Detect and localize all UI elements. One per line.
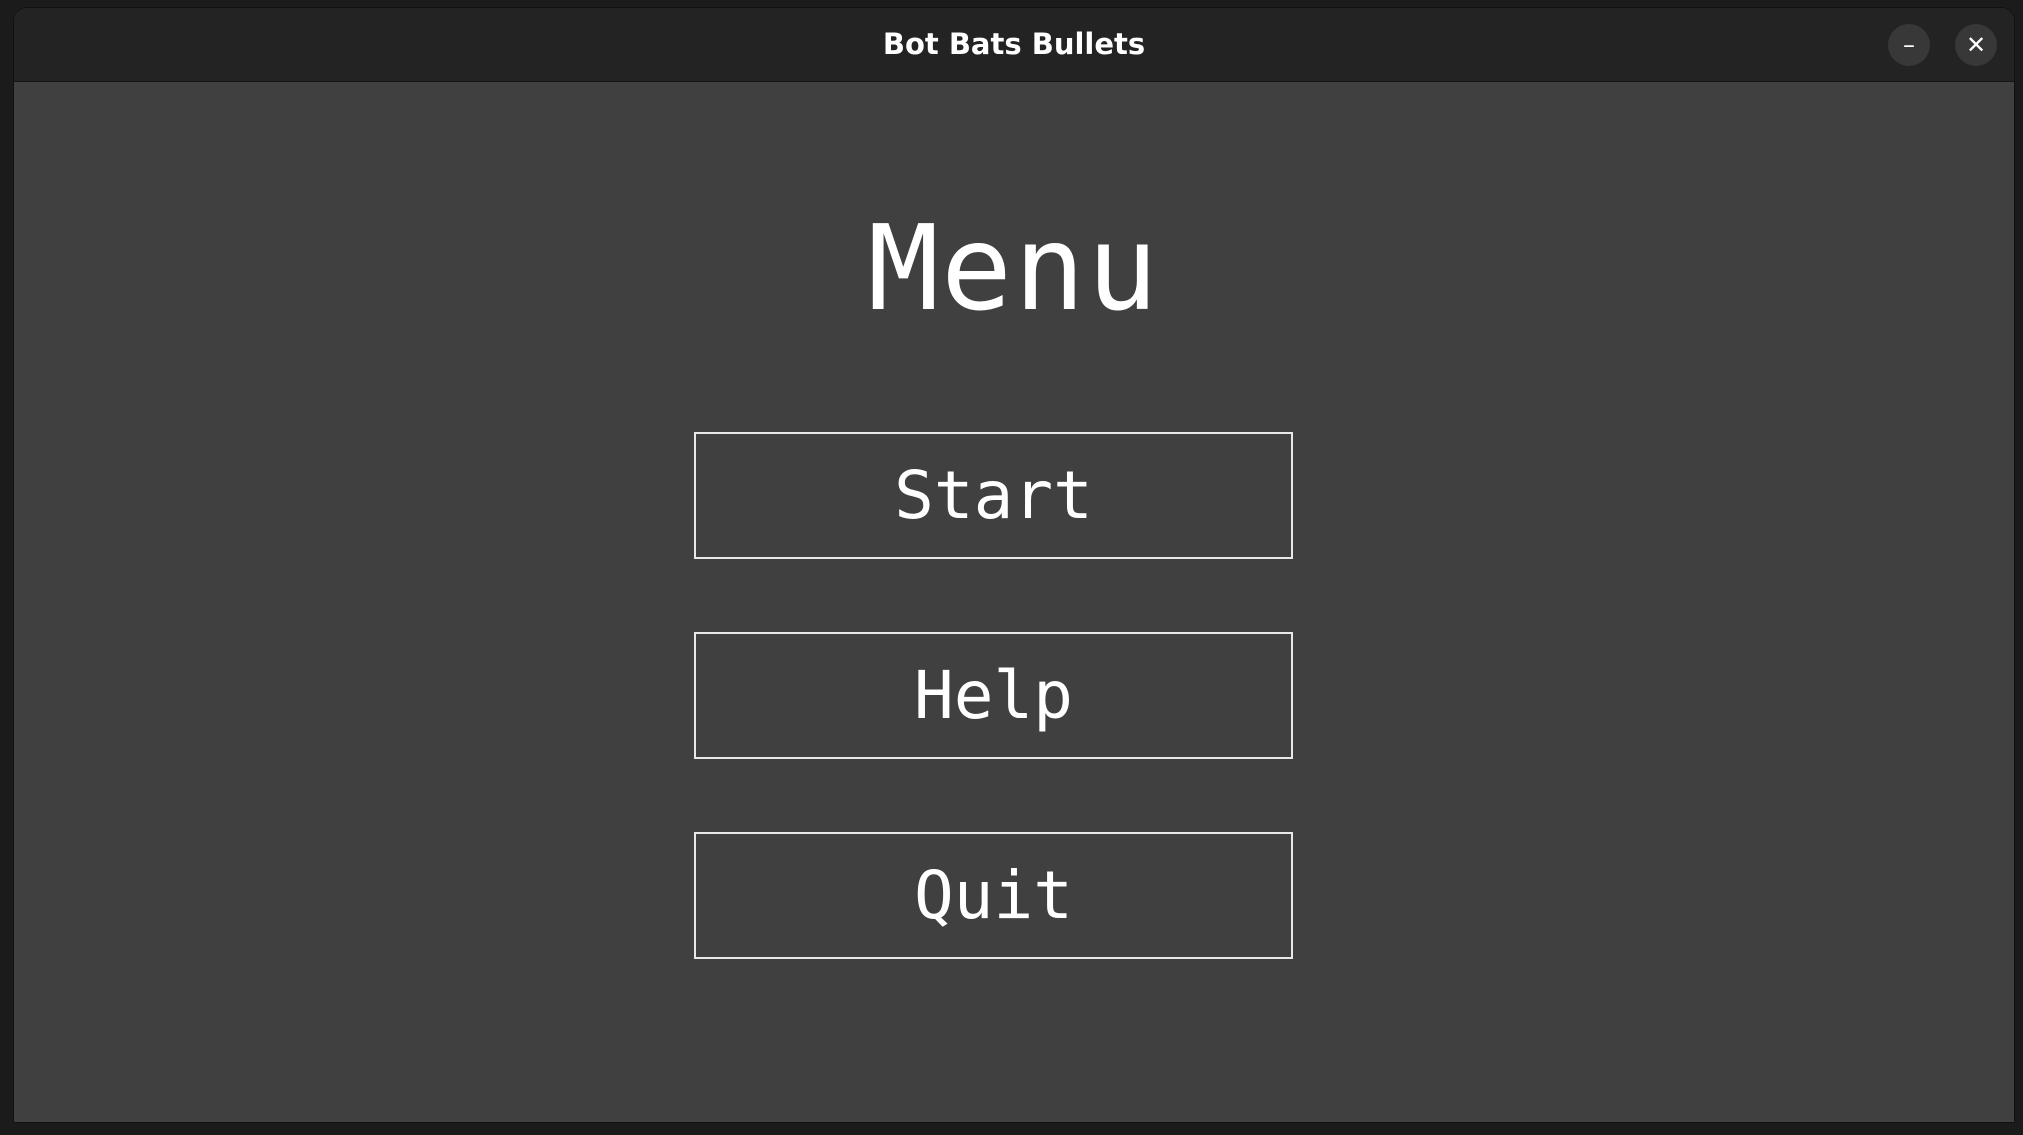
minimize-icon: – [1903, 31, 1915, 59]
close-button[interactable]: ✕ [1955, 24, 1997, 66]
title-bar[interactable]: Bot Bats Bullets – ✕ [14, 8, 2014, 82]
menu-heading: Menu [867, 199, 1161, 337]
window-title: Bot Bats Bullets [882, 27, 1146, 61]
game-window: Bot Bats Bullets – ✕ Menu Start Help Qui… [13, 7, 2015, 1123]
minimize-button[interactable]: – [1888, 24, 1930, 66]
start-button[interactable]: Start [694, 432, 1293, 559]
quit-button[interactable]: Quit [694, 832, 1293, 959]
help-button[interactable]: Help [694, 632, 1293, 759]
close-icon: ✕ [1965, 31, 1987, 59]
